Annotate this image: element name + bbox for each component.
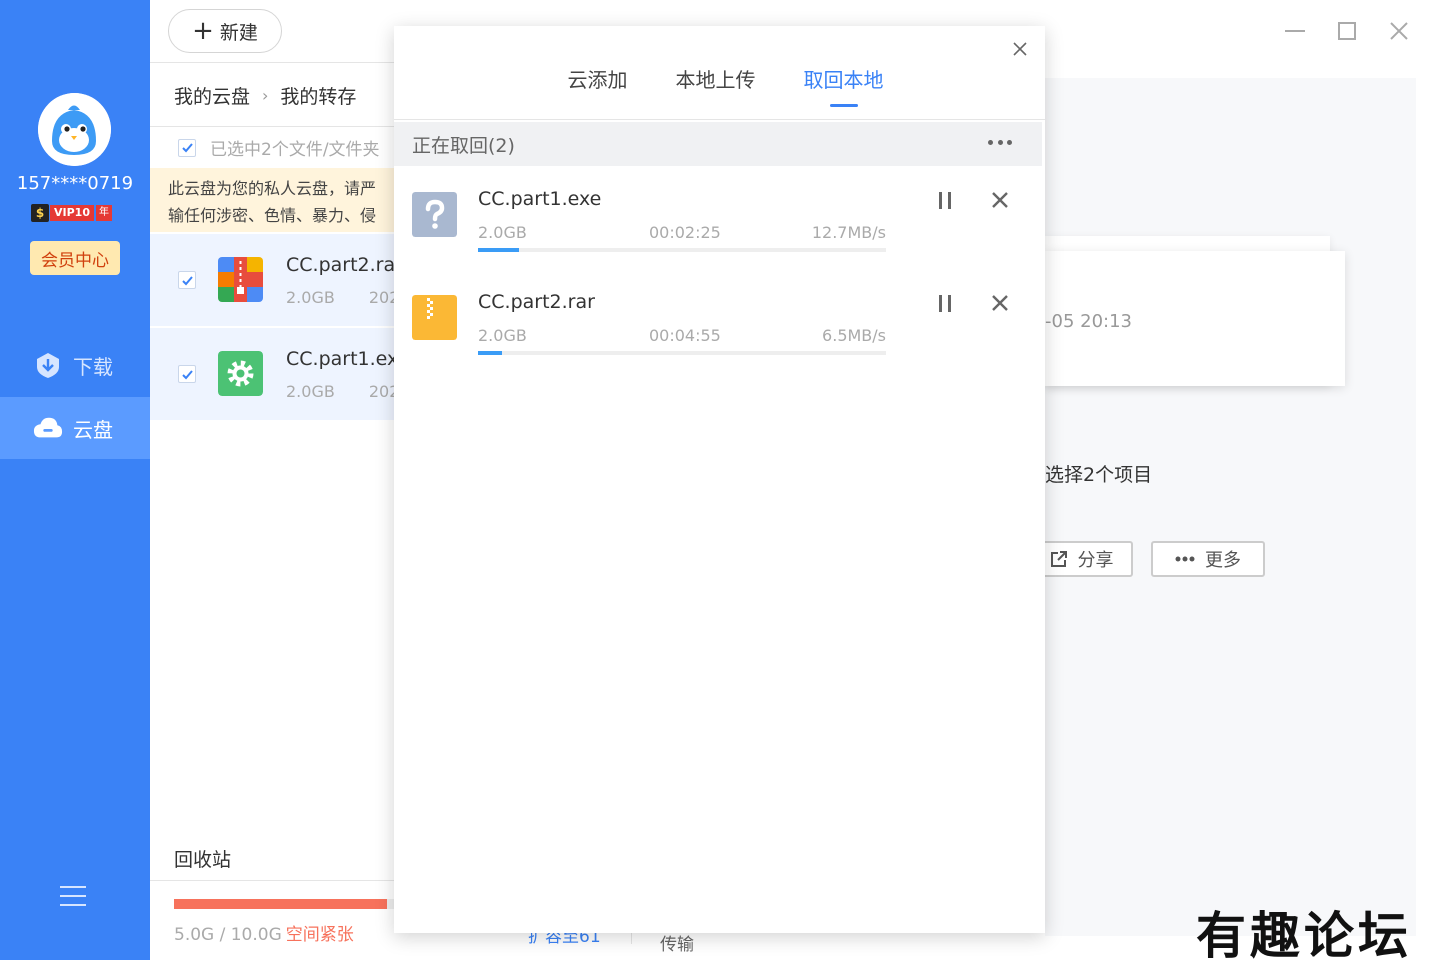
file-name: CC.part1.exe [286,348,400,370]
file-row[interactable]: CC.part1.exe 2.0GB2024 [150,328,400,420]
menu-icon[interactable] [60,886,86,908]
sidebar-item-label: 下载 [73,354,113,379]
tab-cloud-add[interactable]: 云添加 [568,64,628,107]
selection-bar: 已选中2个文件/文件夹 [150,126,400,168]
stack-card: -05 20:13 [1045,251,1345,386]
recycle-bin-link[interactable]: 回收站 [174,845,231,872]
gear-app-icon [218,351,263,396]
breadcrumb-item[interactable]: 我的云盘 [174,82,250,109]
more-dots-icon [1175,556,1195,562]
plus-icon: + [192,16,214,46]
section-title: 正在取回(2) [412,134,515,157]
transfer-popup: 云添加 本地上传 取回本地 正在取回(2) CC.part1.exe 2.0GB… [394,26,1045,933]
new-button[interactable]: + 新建 [168,9,282,53]
file-name: CC.part2.rar [286,254,400,276]
share-label: 分享 [1077,550,1114,571]
watermark-logo: 有趣论坛 [1196,906,1412,960]
unknown-file-icon [412,192,457,237]
transfer-task: CC.part2.rar 2.0GB 00:04:55 6.5MB/s [394,281,1045,377]
cloud-icon [33,413,63,443]
task-progress-fill [478,248,519,252]
member-center-button[interactable]: 会员中心 [30,241,120,275]
task-progress-fill [478,351,503,355]
sidebar-item-download[interactable]: 下载 [0,334,150,396]
cancel-icon[interactable] [988,188,1012,212]
share-button[interactable]: 分享 [1030,541,1133,577]
divider [150,62,400,63]
cancel-icon[interactable] [988,291,1012,315]
file-meta: 2.0GB2024 [286,288,400,307]
detail-panel [1045,78,1416,936]
avatar[interactable] [38,93,111,166]
archive-icon [218,257,263,302]
more-button[interactable]: 更多 [1151,541,1265,577]
file-size: 2.0GB [286,382,335,401]
task-speed: 6.5MB/s [822,326,886,345]
task-progress-bar [478,351,886,355]
breadcrumb: 我的云盘 › 我的转存 [174,82,356,109]
task-file-name: CC.part2.rar [478,291,595,313]
bird-avatar-icon [38,93,111,166]
tab-retrieve-local[interactable]: 取回本地 [804,64,884,107]
more-label: 更多 [1205,550,1241,571]
vip-badge: $ VIP10 年 [31,203,112,222]
file-checkbox[interactable] [178,365,196,383]
sidebar-item-label: 云盘 [73,417,113,442]
maximize-icon[interactable] [1334,18,1360,44]
notice-line: 输任何涉密、色情、暴力、侵 [168,206,377,225]
download-shield-icon [33,350,63,380]
pause-icon[interactable] [934,291,956,315]
task-speed: 12.7MB/s [811,223,886,242]
sidebar-item-cloud[interactable]: 云盘 [0,397,150,459]
storage-text: 5.0G / 10.0G [174,925,282,945]
transfer-task: CC.part1.exe 2.0GB 00:02:25 12.7MB/s [394,178,1045,274]
select-all-checkbox[interactable] [178,138,196,157]
window-controls [1282,18,1412,44]
selected-count: 选择2个项目 [1045,464,1153,486]
vip-term: 年 [95,204,112,221]
transfer-tabs: 云添加 本地上传 取回本地 [394,64,1045,107]
sidebar: 157****0719 $ VIP10 年 会员中心 下载 云盘 [0,0,150,960]
task-size: 2.0GB [478,223,527,242]
task-remaining-time: 00:04:55 [649,326,721,345]
vip-level: VIP10 [50,204,94,221]
storage-usage-fill [174,899,387,909]
storage-warning: 空间紧张 [285,925,354,945]
transfer-label[interactable]: 传输 [660,930,694,955]
file-meta: 2.0GB2024 [286,382,400,401]
archive-icon [412,295,457,340]
close-window-icon[interactable] [1386,18,1412,44]
file-checkbox[interactable] [178,271,196,289]
task-remaining-time: 00:02:25 [649,223,721,242]
privacy-notice: 此云盘为您的私人云盘，请严 输任何涉密、色情、暴力、侵 [150,168,400,232]
file-size: 2.0GB [286,288,335,307]
divider [394,119,1045,120]
task-size: 2.0GB [478,326,527,345]
notice-line: 此云盘为您的私人云盘，请严 [168,179,377,198]
chevron-right-icon: › [262,86,269,105]
file-row[interactable]: CC.part2.rar 2.0GB2024 [150,234,400,326]
storage-info: 5.0G / 10.0G 空间紧张 [174,920,354,945]
task-file-name: CC.part1.exe [478,188,602,210]
username: 157****0719 [16,173,134,194]
vip-s-icon: $ [31,203,49,222]
minimize-icon[interactable] [1282,18,1308,44]
tab-local-upload[interactable]: 本地上传 [676,64,756,107]
task-progress-bar [478,248,886,252]
pause-icon[interactable] [934,188,956,212]
selection-text: 已选中2个文件/文件夹 [210,140,380,160]
detail-date: -05 20:13 [1045,311,1132,332]
more-dots-icon[interactable] [988,132,1012,152]
new-button-label: 新建 [219,21,258,44]
share-icon [1050,550,1068,568]
close-icon[interactable] [1009,38,1031,60]
breadcrumb-item[interactable]: 我的转存 [280,82,356,109]
section-header: 正在取回(2) [394,122,1042,166]
storage-usage-bar [174,899,402,909]
